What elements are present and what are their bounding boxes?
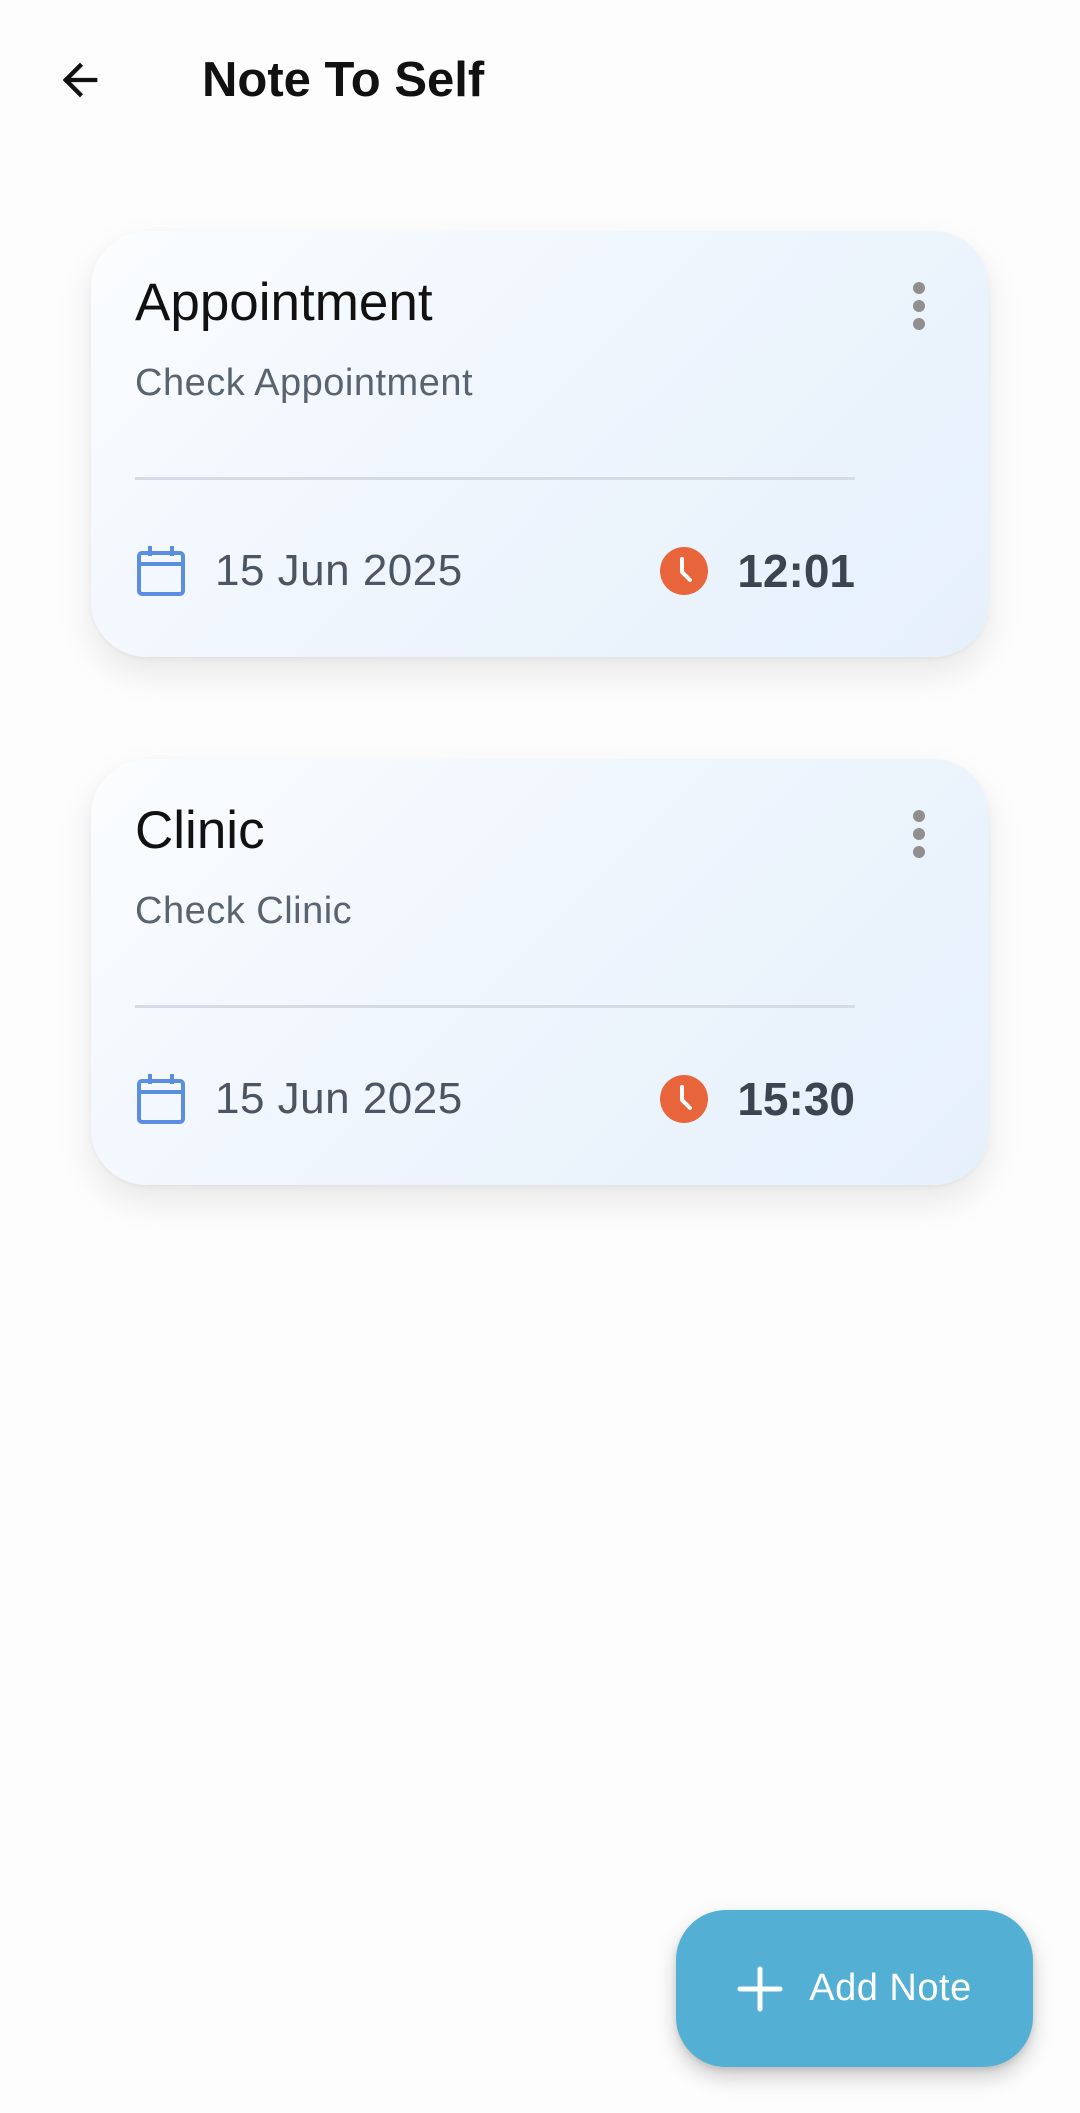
clock-icon bbox=[660, 547, 709, 595]
note-time-text: 15:30 bbox=[737, 1073, 855, 1125]
more-options-button[interactable] bbox=[889, 271, 949, 341]
note-description: Check Clinic bbox=[135, 890, 353, 932]
back-button[interactable] bbox=[40, 40, 120, 120]
note-date-text: 15 Jun 2025 bbox=[215, 1074, 463, 1123]
note-card[interactable]: Clinic Check Clinic 15 Jun 2025 15:30 bbox=[91, 759, 989, 1185]
add-note-button[interactable]: Add Note bbox=[676, 1910, 1033, 2067]
note-date-text: 15 Jun 2025 bbox=[215, 546, 463, 595]
arrow-left-icon bbox=[62, 62, 98, 98]
card-divider bbox=[135, 477, 855, 480]
calendar-icon bbox=[137, 546, 185, 596]
more-vertical-icon bbox=[913, 810, 925, 858]
note-title: Clinic bbox=[135, 801, 265, 860]
note-time: 15:30 bbox=[659, 1069, 855, 1129]
note-title: Appointment bbox=[135, 273, 433, 332]
note-time-text: 12:01 bbox=[737, 545, 855, 597]
page-title: Note To Self bbox=[202, 53, 485, 107]
note-date: 15 Jun 2025 bbox=[135, 1069, 463, 1129]
more-options-button[interactable] bbox=[889, 799, 949, 869]
plus-icon bbox=[737, 1966, 783, 2011]
card-divider bbox=[135, 1005, 855, 1008]
note-description: Check Appointment bbox=[135, 362, 474, 404]
top-bar: Note To Self bbox=[0, 0, 1080, 160]
calendar-icon bbox=[137, 1074, 185, 1124]
note-time: 12:01 bbox=[659, 541, 855, 601]
note-date: 15 Jun 2025 bbox=[135, 541, 463, 601]
more-vertical-icon bbox=[913, 282, 925, 330]
clock-icon bbox=[660, 1075, 709, 1123]
add-note-label: Add Note bbox=[809, 1967, 972, 2009]
app-screen: Note To Self Appointment Check Appointme… bbox=[0, 0, 1080, 2113]
note-card[interactable]: Appointment Check Appointment 15 Jun 202… bbox=[91, 231, 989, 657]
